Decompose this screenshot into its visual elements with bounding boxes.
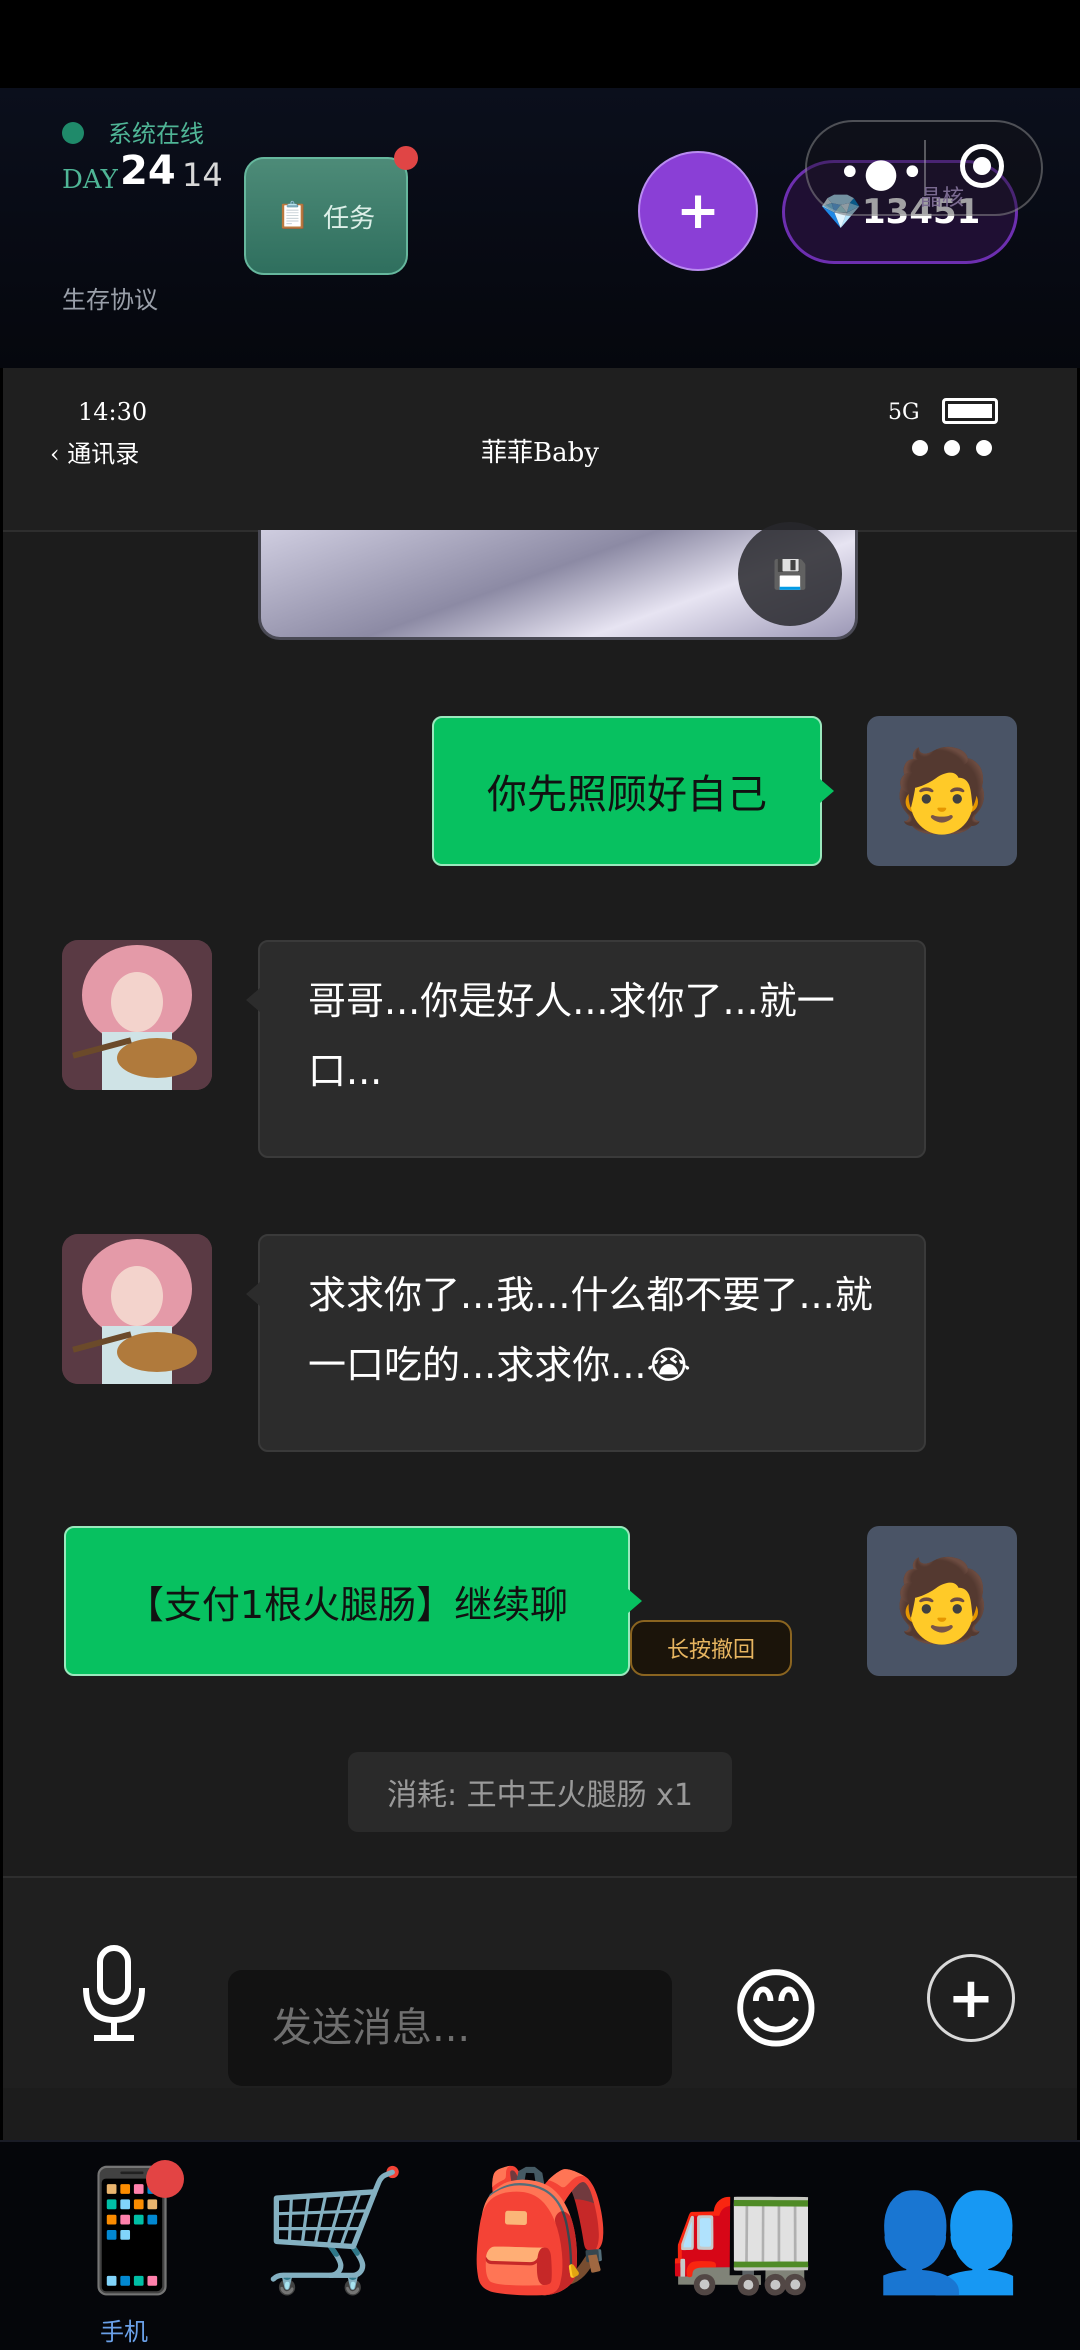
battery-icon: [942, 398, 998, 424]
contact-avatar[interactable]: [62, 940, 212, 1090]
shopping-cart-icon[interactable]: 🛒: [262, 2160, 409, 2300]
contact-avatar-image: [62, 1234, 212, 1384]
my-avatar[interactable]: 🧑: [867, 716, 1017, 866]
day-sub-number: 14: [182, 156, 223, 194]
phone-tab-label: 手机: [100, 2318, 148, 2346]
contact-avatar[interactable]: [62, 1234, 212, 1384]
capsule-more-icon[interactable]: •●•: [838, 150, 926, 196]
day-number: 24: [120, 148, 176, 194]
task-button[interactable]: 📋 任务: [244, 157, 408, 275]
truck-icon[interactable]: 🚛: [670, 2160, 817, 2300]
online-status: 系统在线: [108, 120, 204, 148]
capsule-close-icon[interactable]: [960, 144, 1004, 188]
day-label: DAY: [62, 165, 118, 195]
incoming-message[interactable]: 求求你了...我...什么都不要了...就一口吃的...求求你...😭: [246, 1234, 926, 1452]
backpack-icon[interactable]: 🎒: [467, 2160, 614, 2300]
incoming-message[interactable]: 哥哥...你是好人...求你了...就一口...: [246, 940, 926, 1158]
task-notification-badge: [394, 146, 418, 170]
more-options-icon[interactable]: [912, 440, 992, 456]
people-icon[interactable]: 👥: [875, 2160, 1022, 2300]
task-label: 任务: [323, 203, 376, 234]
outgoing-payment-message[interactable]: 【支付1根火腿肠】继续聊: [64, 1526, 642, 1676]
online-indicator-icon: [62, 122, 84, 144]
clipboard-icon: 📋: [276, 201, 310, 231]
add-button[interactable]: +: [638, 151, 758, 271]
microphone-icon[interactable]: [78, 1944, 150, 2044]
message-input[interactable]: [228, 1970, 672, 2086]
contact-avatar-image: [62, 940, 212, 1090]
save-image-button[interactable]: 💾: [738, 522, 842, 626]
protocol-link[interactable]: 生存协议: [62, 280, 158, 315]
consumption-notice: 消耗: 王中王火腿肠 x1: [348, 1752, 732, 1832]
more-actions-button[interactable]: +: [927, 1954, 1015, 2042]
my-avatar[interactable]: 🧑: [867, 1526, 1017, 1676]
long-press-recall-hint[interactable]: 长按撤回: [630, 1620, 792, 1676]
crystal-label: 晶核: [920, 186, 965, 211]
save-icon: 💾: [772, 557, 808, 591]
phone-notification-badge: [146, 2160, 184, 2198]
status-time: 14:30: [78, 398, 148, 426]
network-indicator: 5G: [888, 400, 920, 425]
emoji-button[interactable]: 😊: [730, 1958, 822, 2061]
outgoing-message[interactable]: 你先照顾好自己: [432, 716, 834, 866]
